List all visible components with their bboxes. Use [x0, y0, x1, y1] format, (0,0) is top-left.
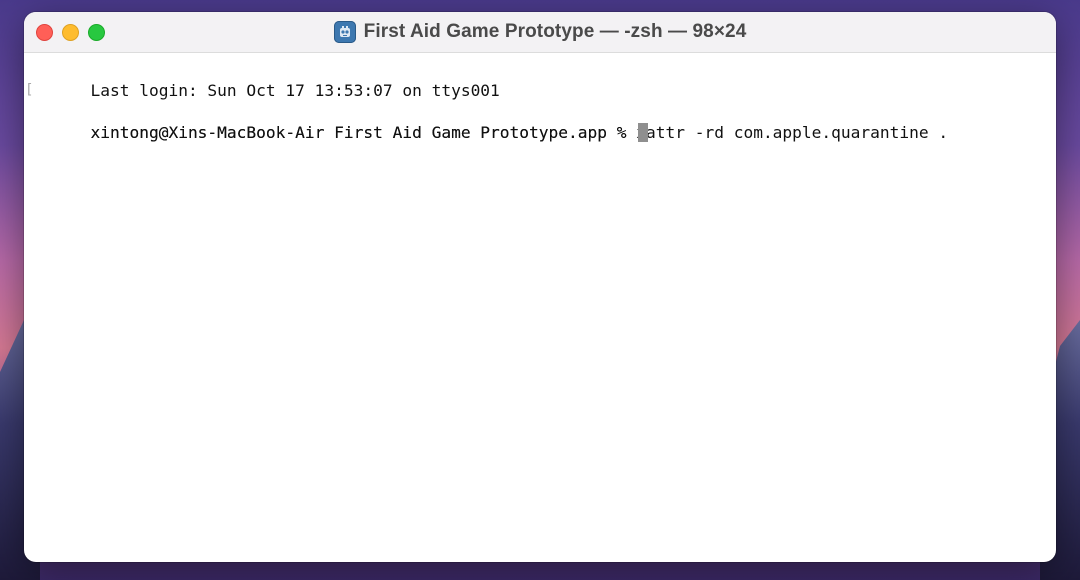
title-bar[interactable]: First Aid Game Prototype — -zsh — 98×24 — [24, 12, 1056, 53]
terminal-line: [ xintong@Xins-MacBook-Air First Aid Gam… — [25, 80, 1056, 142]
window-title-group: First Aid Game Prototype — -zsh — 98×24 — [333, 21, 747, 43]
terminal-window: First Aid Game Prototype — -zsh — 98×24 … — [24, 12, 1056, 562]
window-controls — [36, 24, 105, 41]
maximize-button[interactable] — [88, 24, 105, 41]
terminal-content[interactable]: Last login: Sun Oct 17 13:53:07 on ttys0… — [24, 53, 1056, 142]
mark-left: [ — [25, 82, 34, 98]
minimize-button[interactable] — [62, 24, 79, 41]
mark-right: ] — [1054, 80, 1056, 101]
text-cursor — [638, 123, 649, 142]
window-title: First Aid Game Prototype — -zsh — 98×24 — [363, 21, 747, 42]
terminal-line: xintong@Xins-MacBook-Air First Aid Game … — [32, 101, 1056, 142]
terminal-line: Last login: Sun Oct 17 13:53:07 on ttys0… — [32, 59, 1056, 100]
godot-robot-icon — [333, 21, 356, 43]
close-button[interactable] — [36, 24, 53, 41]
terminal-prompt-text: xintong@Xins-MacBook-Air First Aid Game … — [90, 123, 637, 142]
